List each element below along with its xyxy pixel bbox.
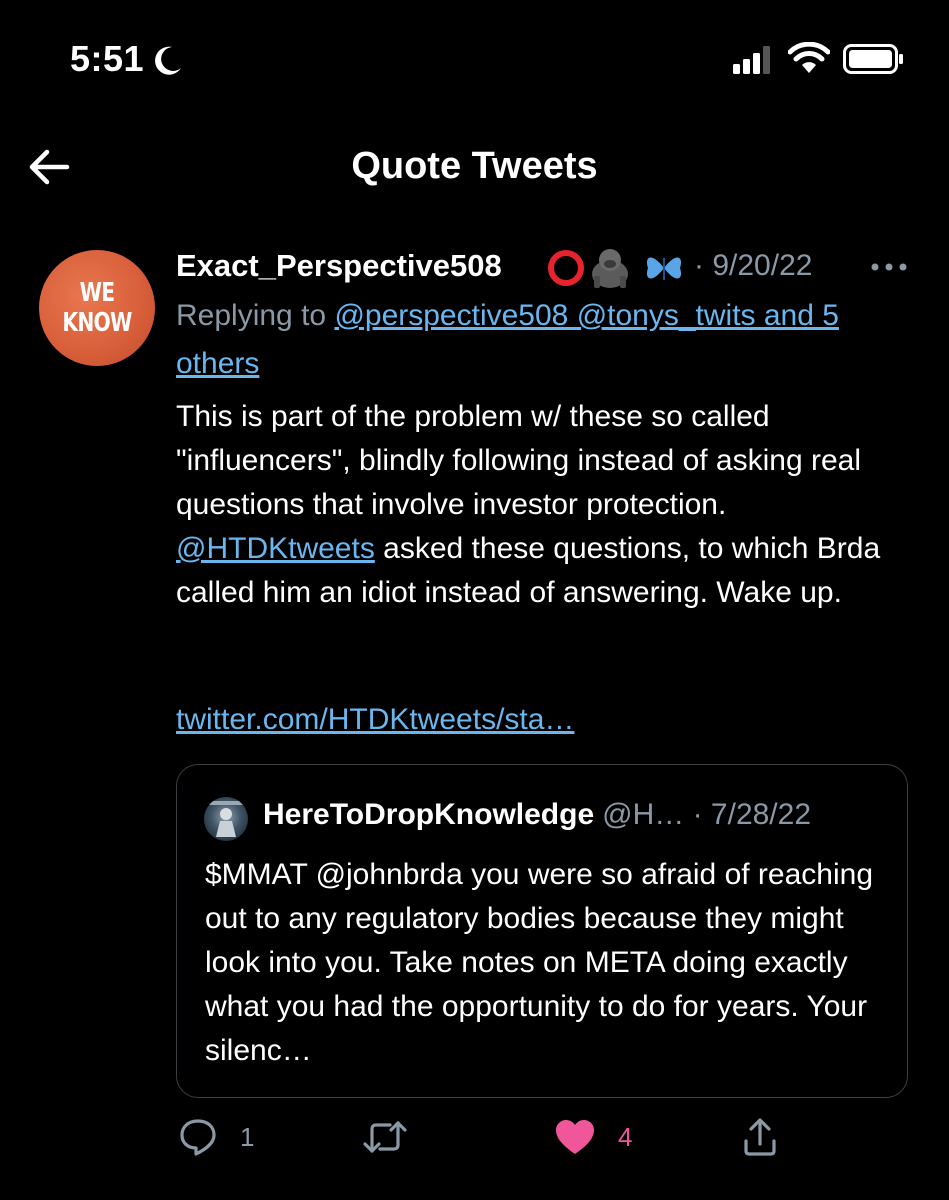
tweet-actions: 1 4 <box>0 1115 949 1165</box>
tweet-date[interactable]: · 9/20/22 <box>694 249 812 283</box>
battery-icon <box>843 44 903 74</box>
page-title: Quote Tweets <box>351 145 598 187</box>
tweet-header: Exact_Perspective508 · 9/20/22 <box>176 246 909 290</box>
mention-link[interactable]: @HTDKtweets <box>176 532 375 565</box>
quoted-tweet-header: HereToDropKnowledge @H… · 7/28/22 <box>263 798 811 832</box>
share-button[interactable] <box>742 1115 778 1159</box>
page-header: Quote Tweets <box>0 130 949 210</box>
retweet-icon <box>363 1121 407 1153</box>
share-icon <box>744 1118 776 1156</box>
gorilla-icon <box>592 249 628 288</box>
tweet-text-paragraph-1: This is part of the problem w/ these so … <box>176 400 862 521</box>
like-count: 4 <box>618 1121 633 1152</box>
replying-to: Replying to @perspective508 @tonys_twits… <box>176 292 906 388</box>
tweet-text: This is part of the problem w/ these so … <box>176 395 916 615</box>
replying-prefix: Replying to <box>176 299 327 332</box>
quoted-avatar <box>204 797 248 841</box>
quoted-tweet-text: $MMAT @johnbrda you were so afraid of re… <box>205 858 874 1067</box>
tweet-text-paragraph-2: @HTDKtweets asked these questions, to wh… <box>176 527 916 615</box>
tweet-url-link[interactable]: twitter.com/HTDKtweets/sta… <box>176 703 574 737</box>
reply-count: 1 <box>240 1121 255 1152</box>
wifi-icon <box>788 42 830 73</box>
retweet-button[interactable] <box>362 1115 430 1159</box>
quoted-avatar-image <box>208 801 244 837</box>
butterfly-icon <box>646 257 682 280</box>
quoted-display-name: HereToDropKnowledge <box>263 798 595 831</box>
like-button[interactable]: 4 <box>554 1115 632 1159</box>
avatar-logo-text: WE KNOW <box>62 278 132 338</box>
more-options-icon[interactable] <box>869 252 909 282</box>
signal-icon <box>733 46 770 74</box>
moon-icon <box>155 46 181 75</box>
status-time: 5:51 <box>70 38 145 79</box>
quoted-handle-date: @H… · 7/28/22 <box>602 798 812 831</box>
quoted-tweet-card[interactable]: HereToDropKnowledge @H… · 7/28/22 $MMAT @… <box>176 764 908 1098</box>
name-emojis <box>548 249 682 288</box>
reply-icon <box>180 1119 216 1156</box>
avatar[interactable]: WE KNOW <box>39 250 155 366</box>
heart-icon <box>556 1120 594 1154</box>
status-bar: 5:51 <box>0 0 949 120</box>
display-name[interactable]: Exact_Perspective508 <box>176 248 502 284</box>
red-circle-icon <box>548 250 584 286</box>
reply-button[interactable]: 1 <box>178 1115 254 1159</box>
